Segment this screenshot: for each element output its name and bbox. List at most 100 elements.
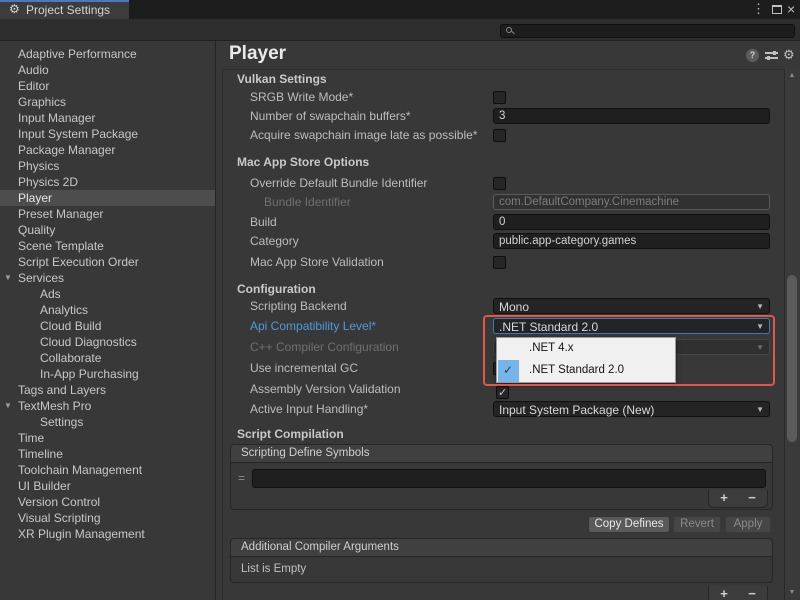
sidebar-item-input-system-package[interactable]: Input System Package bbox=[0, 126, 215, 142]
sidebar-item-editor[interactable]: Editor bbox=[0, 78, 215, 94]
sidebar-item-physics-2d[interactable]: Physics 2D bbox=[0, 174, 215, 190]
sidebar-item-label: Timeline bbox=[18, 447, 63, 461]
check-icon: ✓ bbox=[498, 386, 507, 399]
sidebar-item-label: Collaborate bbox=[40, 351, 101, 365]
sidebar-item-graphics[interactable]: Graphics bbox=[0, 94, 215, 110]
assembly-validation-checkbox[interactable]: ✓ bbox=[496, 386, 509, 399]
category-input[interactable]: public.app-category.games bbox=[493, 233, 770, 249]
sidebar-item-label: Script Execution Order bbox=[18, 255, 139, 269]
build-input[interactable]: 0 bbox=[493, 214, 770, 230]
bundle-identifier-input: com.DefaultCompany.Cinemachine bbox=[493, 194, 770, 210]
remove-button[interactable]: − bbox=[739, 586, 765, 600]
sidebar-item-ads[interactable]: Ads bbox=[0, 286, 215, 302]
apply-button[interactable]: Apply bbox=[725, 516, 771, 533]
scripting-backend-value: Mono bbox=[499, 300, 529, 314]
sidebar-item-label: Cloud Build bbox=[40, 319, 101, 333]
sidebar-item-cloud-build[interactable]: Cloud Build bbox=[0, 318, 215, 334]
sidebar-item-label: In-App Purchasing bbox=[40, 367, 139, 381]
sidebar-item-label: Version Control bbox=[18, 495, 100, 509]
sidebar-item-toolchain-management[interactable]: Toolchain Management bbox=[0, 462, 215, 478]
sidebar-item-analytics[interactable]: Analytics bbox=[0, 302, 215, 318]
sidebar-item-textmesh-pro[interactable]: ▼TextMesh Pro bbox=[0, 398, 215, 414]
sidebar-item-label: Time bbox=[18, 431, 44, 445]
sidebar-item-collaborate[interactable]: Collaborate bbox=[0, 350, 215, 366]
sidebar-item-settings[interactable]: Settings bbox=[0, 414, 215, 430]
sidebar-item-label: Settings bbox=[40, 415, 83, 429]
window-maximize-icon[interactable] bbox=[772, 5, 782, 14]
chevron-down-icon: ▼ bbox=[756, 405, 764, 414]
sidebar-item-label: Ads bbox=[40, 287, 61, 301]
sidebar-item-preset-manager[interactable]: Preset Manager bbox=[0, 206, 215, 222]
sidebar-item-label: Input System Package bbox=[18, 127, 138, 141]
sidebar-item-physics[interactable]: Physics bbox=[0, 158, 215, 174]
sidebar-item-script-execution-order[interactable]: Script Execution Order bbox=[0, 254, 215, 270]
scroll-down-icon[interactable]: ▼ bbox=[784, 587, 800, 599]
sidebar-item-cloud-diagnostics[interactable]: Cloud Diagnostics bbox=[0, 334, 215, 350]
add-button[interactable]: + bbox=[711, 586, 737, 600]
scripting-backend-dropdown[interactable]: Mono ▼ bbox=[493, 298, 770, 314]
sidebar-item-audio[interactable]: Audio bbox=[0, 62, 215, 78]
override-bundle-label: Override Default Bundle Identifier bbox=[250, 176, 427, 190]
sidebar-item-scene-template[interactable]: Scene Template bbox=[0, 238, 215, 254]
sidebar-item-label: Graphics bbox=[18, 95, 66, 109]
sidebar-item-xr-plugin-management[interactable]: XR Plugin Management bbox=[0, 526, 215, 542]
remove-button[interactable]: − bbox=[739, 490, 765, 507]
sidebar-item-label: Toolchain Management bbox=[18, 463, 142, 477]
window-menu-icon[interactable]: ⋮ bbox=[752, 1, 765, 17]
project-settings-window: ⚙ Project Settings ⋮ × Adaptive Performa… bbox=[0, 0, 800, 600]
sidebar-item-package-manager[interactable]: Package Manager bbox=[0, 142, 215, 158]
api-compatibility-label: Api Compatibility Level* bbox=[250, 319, 376, 333]
tab-title: Project Settings bbox=[26, 3, 110, 17]
sidebar-item-timeline[interactable]: Timeline bbox=[0, 446, 215, 462]
mac-validation-label: Mac App Store Validation bbox=[250, 255, 384, 269]
disclosure-triangle-icon[interactable]: ▼ bbox=[4, 398, 12, 414]
sidebar-item-label: Analytics bbox=[40, 303, 88, 317]
sidebar-item-label: XR Plugin Management bbox=[18, 527, 145, 541]
active-input-dropdown[interactable]: Input System Package (New) ▼ bbox=[493, 401, 770, 417]
acquire-swapchain-checkbox[interactable] bbox=[493, 129, 506, 142]
sidebar-item-version-control[interactable]: Version Control bbox=[0, 494, 215, 510]
sidebar-item-label: Tags and Layers bbox=[18, 383, 106, 397]
mac-validation-checkbox[interactable] bbox=[493, 256, 506, 269]
disclosure-triangle-icon[interactable]: ▼ bbox=[4, 270, 12, 286]
sidebar-item-label: Services bbox=[18, 271, 64, 285]
tab-project-settings[interactable]: ⚙ Project Settings bbox=[0, 0, 129, 19]
sidebar-item-input-manager[interactable]: Input Manager bbox=[0, 110, 215, 126]
copy-defines-button[interactable]: Copy Defines bbox=[588, 516, 670, 533]
srgb-write-mode-label: SRGB Write Mode* bbox=[250, 90, 353, 104]
override-bundle-checkbox[interactable] bbox=[493, 177, 506, 190]
search-input[interactable] bbox=[500, 24, 795, 38]
bundle-identifier-label: Bundle Identifier bbox=[264, 195, 351, 209]
sidebar-item-adaptive-performance[interactable]: Adaptive Performance bbox=[0, 46, 215, 62]
build-label: Build bbox=[250, 215, 277, 229]
scrollbar-thumb[interactable] bbox=[787, 275, 797, 442]
help-glyph: ? bbox=[750, 50, 756, 60]
sidebar-item-time[interactable]: Time bbox=[0, 430, 215, 446]
srgb-write-mode-checkbox[interactable] bbox=[493, 91, 506, 104]
additional-args-title: Additional Compiler Arguments bbox=[241, 541, 399, 553]
list-empty-text: List is Empty bbox=[241, 563, 306, 575]
panel-gear-icon[interactable]: ⚙ bbox=[783, 47, 795, 63]
sidebar-item-ui-builder[interactable]: UI Builder bbox=[0, 478, 215, 494]
scroll-up-icon[interactable]: ▲ bbox=[784, 70, 800, 82]
define-symbols-input[interactable] bbox=[252, 469, 766, 488]
window-close-icon[interactable]: × bbox=[787, 1, 795, 17]
incremental-gc-label: Use incremental GC bbox=[250, 361, 358, 375]
sidebar-item-in-app-purchasing[interactable]: In-App Purchasing bbox=[0, 366, 215, 382]
sidebar-item-visual-scripting[interactable]: Visual Scripting bbox=[0, 510, 215, 526]
sidebar-item-tags-and-layers[interactable]: Tags and Layers bbox=[0, 382, 215, 398]
add-button[interactable]: + bbox=[711, 490, 737, 507]
active-input-value: Input System Package (New) bbox=[499, 403, 654, 417]
sidebar-item-services[interactable]: ▼ Services bbox=[0, 270, 215, 286]
define-symbols-list-footer: + − bbox=[708, 490, 768, 508]
help-icon[interactable]: ? bbox=[746, 49, 759, 62]
revert-button[interactable]: Revert bbox=[673, 516, 721, 533]
acquire-swapchain-label: Acquire swapchain image late as possible… bbox=[250, 128, 477, 142]
additional-args-header: Additional Compiler Arguments bbox=[231, 539, 772, 557]
settings-gear-icon: ⚙ bbox=[9, 2, 20, 16]
sidebar-item-quality[interactable]: Quality bbox=[0, 222, 215, 238]
swapchain-buffers-input[interactable]: 3 bbox=[493, 108, 770, 124]
sidebar-item-player[interactable]: Player bbox=[0, 190, 215, 206]
preset-icon[interactable] bbox=[765, 51, 778, 61]
drag-handle[interactable]: = bbox=[238, 471, 245, 485]
